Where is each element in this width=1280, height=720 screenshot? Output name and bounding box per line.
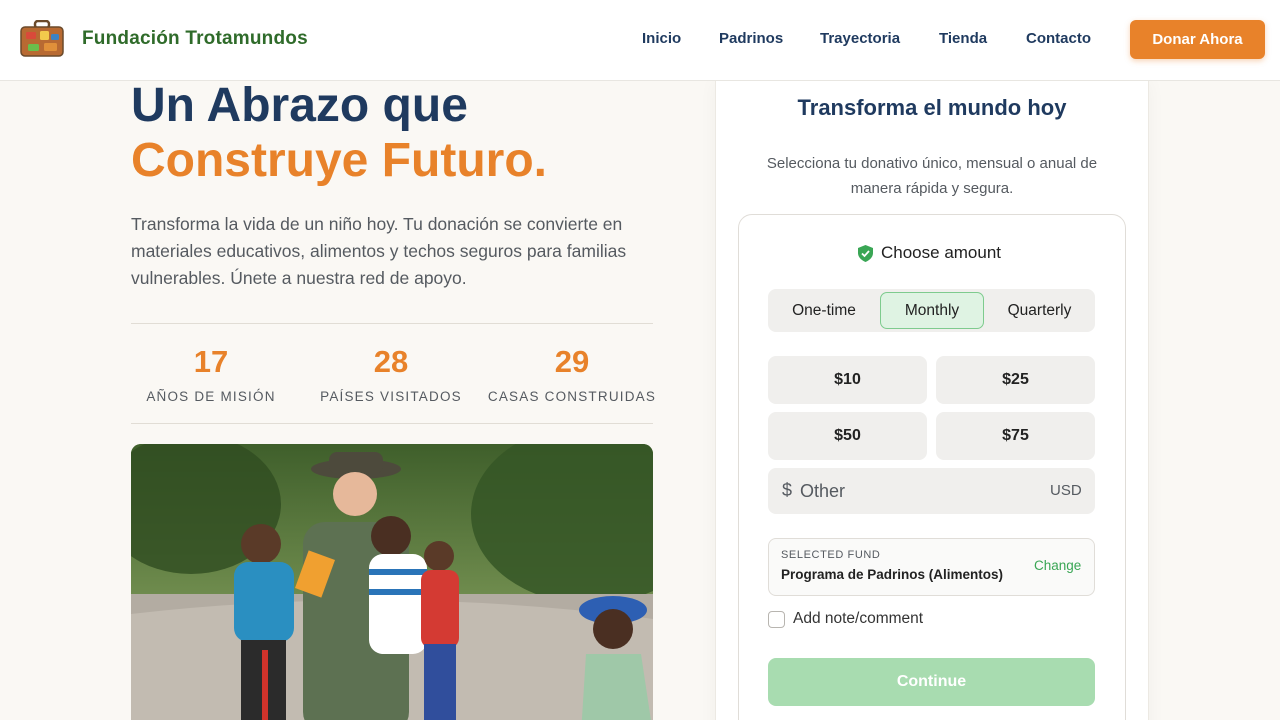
currency-label: USD (1050, 482, 1082, 499)
add-note-label[interactable]: Add note/comment (793, 610, 923, 628)
stats-divider-top (131, 323, 653, 324)
brand-name[interactable]: Fundación Trotamundos (82, 28, 308, 50)
donate-now-button[interactable]: Donar Ahora (1130, 20, 1265, 59)
stat-years: 17 AÑOS DE MISIÓN (121, 344, 301, 404)
amount-75-button[interactable]: $75 (936, 412, 1095, 460)
hero-photo (131, 444, 653, 720)
continue-button[interactable]: Continue (768, 658, 1095, 706)
nav-inicio[interactable]: Inicio (642, 30, 681, 47)
hero-title-line1: Un Abrazo que (131, 79, 468, 132)
amount-10-button[interactable]: $10 (768, 356, 927, 404)
site-header: Fundación Trotamundos Inicio Padrinos Tr… (0, 0, 1280, 81)
frequency-monthly[interactable]: Monthly (880, 292, 984, 329)
selected-fund-label: SELECTED FUND (781, 549, 881, 561)
hero-title-line2: Construye Futuro. (131, 134, 547, 187)
donation-subtitle: Selecciona tu donativo único, mensual o … (766, 155, 1098, 197)
stat-value: 29 (554, 344, 590, 379)
frequency-one-time[interactable]: One-time (772, 292, 876, 329)
amount-25-button[interactable]: $25 (936, 356, 1095, 404)
stat-value: 28 (373, 344, 409, 379)
shield-check-icon (858, 244, 873, 262)
stat-label: AÑOS DE MISIÓN (146, 389, 276, 404)
stat-label: CASAS CONSTRUIDAS (487, 389, 657, 404)
nav-contacto[interactable]: Contacto (1026, 30, 1091, 47)
other-amount-input[interactable] (800, 478, 1000, 504)
suitcase-logo-icon[interactable] (20, 20, 64, 58)
amount-50-button[interactable]: $50 (768, 412, 927, 460)
donation-title: Transforma el mundo hoy (797, 95, 1067, 120)
frequency-quarterly[interactable]: Quarterly (988, 292, 1091, 329)
stat-houses: 29 CASAS CONSTRUIDAS (482, 344, 662, 404)
hero-description: Transforma la vida de un niño hoy. Tu do… (131, 214, 627, 288)
hero-photo-illustration (131, 444, 653, 720)
choose-amount-heading: Choose amount (858, 243, 1001, 263)
nav-tienda[interactable]: Tienda (939, 30, 987, 47)
add-note-checkbox[interactable] (768, 611, 785, 628)
selected-fund-value: Programa de Padrinos (Alimentos) (781, 567, 1004, 582)
stat-label: PAÍSES VISITADOS (320, 389, 462, 404)
stat-countries: 28 PAÍSES VISITADOS (301, 344, 481, 404)
change-fund-link[interactable]: Change (1034, 558, 1081, 573)
currency-symbol: $ (782, 480, 793, 500)
nav-trayectoria[interactable]: Trayectoria (820, 30, 900, 47)
stat-value: 17 (193, 344, 229, 379)
choose-amount-label: Choose amount (881, 243, 1002, 262)
nav-padrinos[interactable]: Padrinos (719, 30, 783, 47)
stats-divider-bottom (131, 423, 653, 424)
